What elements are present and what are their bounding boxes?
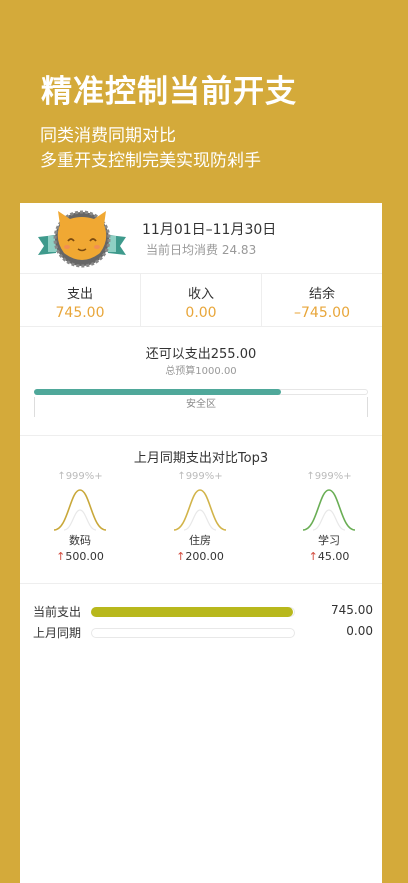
amount-value: 500.00	[65, 550, 104, 563]
category-amount: ↑200.00	[155, 550, 245, 563]
last-period-row: 上月同期 0.00	[33, 624, 373, 642]
amount-value: 200.00	[185, 550, 224, 563]
comparison-category-digital[interactable]: ↑999%+ 数码 ↑500.00	[35, 471, 125, 563]
stat-value: –745.00	[294, 305, 350, 321]
category-name: 学习	[318, 534, 340, 547]
category-amount: ↑500.00	[35, 550, 125, 563]
current-spending-label: 当前支出	[33, 605, 82, 619]
current-spending-value: 745.00	[331, 603, 373, 617]
stat-label: 收入	[187, 287, 214, 302]
date-range: 11月01日–11月30日	[142, 222, 277, 238]
stat-income[interactable]: 收入 0.00	[140, 274, 261, 326]
stat-label: 结余	[308, 287, 335, 302]
safe-zone-label: 安全区	[34, 397, 368, 417]
budget-total: 总预算1000.00	[165, 366, 237, 377]
current-spending-fill	[91, 607, 293, 617]
promo-line-2: 多重开支控制完美实现防剁手	[40, 151, 261, 171]
category-name: 数码	[69, 534, 91, 547]
budget-progress-bar	[34, 389, 368, 395]
current-spending-bar	[91, 607, 295, 617]
stat-expense[interactable]: 支出 745.00	[20, 274, 140, 326]
stat-value: 0.00	[185, 305, 217, 321]
daily-average-value: 24.83	[221, 243, 257, 257]
distribution-curve-icon	[173, 489, 227, 531]
category-name: 住房	[189, 534, 211, 547]
category-amount: ↑45.00	[284, 550, 374, 563]
amount-value: 45.00	[317, 550, 350, 563]
change-percent: ↑999%+	[306, 471, 352, 482]
divider	[20, 583, 382, 584]
arrow-up-icon: ↑	[56, 550, 66, 563]
stat-value: 745.00	[55, 305, 105, 321]
last-period-value: 0.00	[346, 624, 373, 638]
arrow-up-icon: ↑	[308, 550, 318, 563]
last-period-bar	[91, 628, 295, 638]
comparison-category-study[interactable]: ↑999%+ 学习 ↑45.00	[284, 471, 374, 563]
stat-balance[interactable]: 结余 –745.00	[261, 274, 382, 326]
distribution-curve-icon	[53, 489, 107, 531]
promo-headline: 精准控制当前开支	[41, 74, 297, 110]
promo-line-1: 同类消费同期对比	[40, 126, 176, 146]
divider	[20, 435, 382, 436]
budget-remaining: 还可以支出255.00	[145, 347, 257, 362]
daily-average: 当前日均消费 24.83	[146, 241, 256, 258]
card-header: 11月01日–11月30日 当前日均消费 24.83	[20, 203, 382, 273]
budget-card: 11月01日–11月30日 当前日均消费 24.83 支出 745.00 收入 …	[20, 203, 382, 883]
stat-label: 支出	[66, 287, 93, 302]
last-period-label: 上月同期	[33, 626, 82, 640]
change-percent: ↑999%+	[57, 471, 103, 482]
comparison-category-housing[interactable]: ↑999%+ 住房 ↑200.00	[155, 471, 245, 563]
daily-average-label: 当前日均消费	[146, 243, 219, 257]
cat-mascot-icon	[38, 210, 126, 268]
summary-stats: 支出 745.00 收入 0.00 结余 –745.00	[20, 273, 382, 327]
change-percent: ↑999%+	[177, 471, 223, 482]
distribution-curve-icon	[302, 489, 356, 531]
budget-progress-fill	[34, 389, 282, 395]
current-spending-row: 当前支出 745.00	[33, 603, 373, 621]
comparison-title: 上月同期支出对比Top3	[133, 451, 269, 466]
arrow-up-icon: ↑	[176, 550, 186, 563]
